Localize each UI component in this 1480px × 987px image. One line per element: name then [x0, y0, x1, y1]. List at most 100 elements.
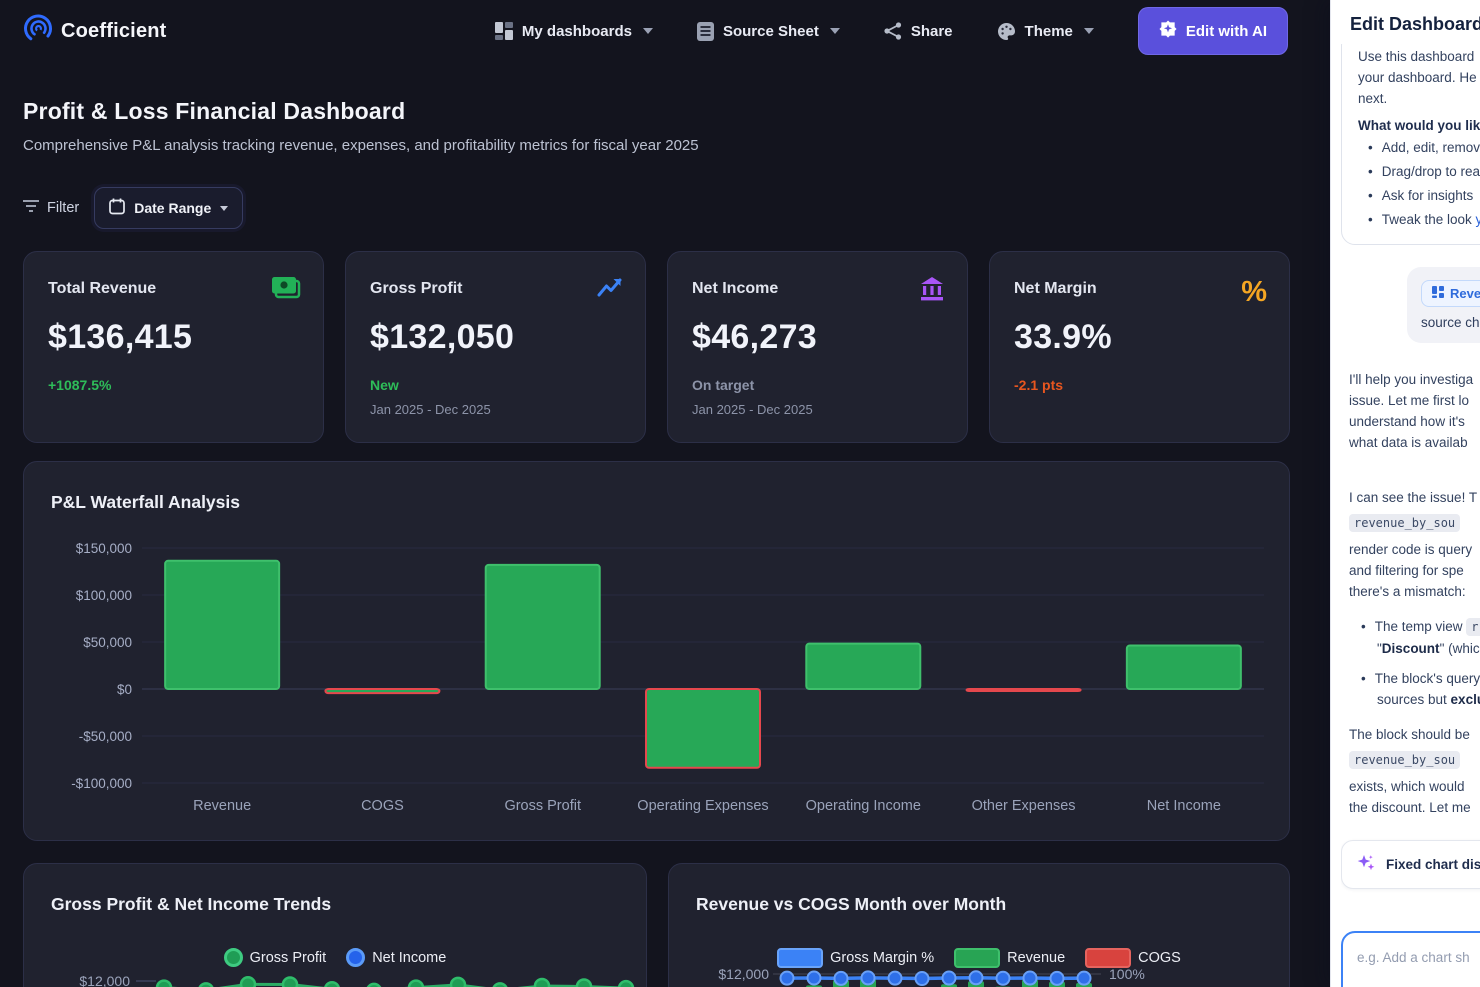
trend-up-icon [597, 276, 623, 303]
bullet-text: The temp view [1375, 619, 1467, 634]
brand[interactable]: Coefficient [23, 13, 167, 49]
page-subtitle: Comprehensive P&L analysis tracking reve… [23, 137, 1330, 154]
chat-input[interactable] [1341, 931, 1480, 987]
sparkle-icon [1356, 853, 1376, 876]
message-line: what data is availab [1349, 432, 1480, 453]
inline-code: r [1466, 618, 1480, 636]
chat-messages: Use this dashboard your dashboard. He ne… [1341, 44, 1480, 987]
filter-control[interactable]: Filter [23, 200, 79, 216]
chart-chip-icon [1432, 286, 1444, 301]
chart-reference-chip[interactable]: Revenu [1421, 280, 1480, 307]
nav-share-label: Share [911, 23, 953, 40]
bold-text: exclu [1451, 692, 1480, 707]
coefficient-logo-icon [23, 13, 54, 49]
bullet-item: Add, edit, remov [1368, 139, 1480, 157]
nav-my-dashboards[interactable]: My dashboards [495, 22, 653, 40]
kpi-value: $132,050 [370, 318, 621, 357]
nav-theme[interactable]: Theme [997, 22, 1094, 41]
assistant-reply-2: I can see the issue! T revenue_by_sou re… [1341, 487, 1480, 818]
svg-text:Revenue: Revenue [193, 798, 251, 814]
bank-icon [919, 276, 945, 307]
nav-share[interactable]: Share [884, 22, 953, 40]
nav-my-dashboards-label: My dashboards [522, 23, 632, 40]
kpi-delta: -2.1 pts [1014, 377, 1265, 393]
page-title: Profit & Loss Financial Dashboard [23, 98, 1330, 125]
user-message: Revenu source char [1407, 267, 1480, 343]
banknote-icon [271, 276, 301, 306]
rev-cogs-chart-card: Revenue vs COGS Month over Month Gross M… [668, 863, 1290, 987]
date-range-dropdown[interactable]: Date Range [94, 187, 243, 229]
dashboards-grid-icon [495, 22, 513, 40]
text: sources but [1377, 692, 1451, 707]
bullet-item: Ask for insights [1368, 187, 1480, 205]
calendar-icon [109, 198, 125, 218]
nav-source-sheet[interactable]: Source Sheet [697, 22, 840, 41]
bold-text: Discount [1382, 641, 1440, 656]
inline-code: revenue_by_sou [1349, 751, 1460, 769]
chevron-down-icon [830, 28, 840, 34]
chip-label: Revenu [1450, 286, 1480, 301]
tweak-look-link[interactable]: y [1476, 212, 1480, 227]
message-line: issue. Let me first lo [1349, 390, 1480, 411]
kpi-card-net-income: Net Income $46,273 On target Jan 2025 - … [667, 251, 968, 443]
kpi-title: Gross Profit [370, 280, 621, 298]
kpi-value: 33.9% [1014, 318, 1265, 357]
top-navbar: Coefficient My dashboards [0, 0, 1330, 62]
kpi-period: Jan 2025 - Dec 2025 [692, 402, 943, 417]
message-line: source char [1421, 315, 1480, 330]
panel-title: Edit Dashboard [1350, 14, 1480, 35]
kpi-period: Jan 2025 - Dec 2025 [370, 402, 621, 417]
date-range-label: Date Range [134, 200, 211, 216]
bullet-text: Tweak the look [1382, 212, 1476, 227]
kpi-card-gross-profit: Gross Profit $132,050 New Jan 2025 - Dec… [345, 251, 646, 443]
rev-cogs-chart [669, 864, 1290, 987]
message-line: I'll help you investiga [1349, 369, 1480, 390]
kpi-title: Net Income [692, 280, 943, 298]
kpi-delta: +1087.5% [48, 377, 299, 393]
share-icon [884, 22, 902, 40]
waterfall-chart: $150,000$100,000$50,000$0-$50,000-$100,0… [24, 462, 1290, 841]
edit-with-ai-label: Edit with AI [1186, 23, 1267, 40]
waterfall-chart-card: P&L Waterfall Analysis $150,000$100,000$… [23, 461, 1290, 841]
percent-icon: % [1241, 276, 1267, 309]
bullet-continuation: sources but exclu [1377, 689, 1480, 710]
bullet-item: Drag/drop to rea [1368, 163, 1480, 181]
kpi-delta: New [370, 377, 621, 393]
palette-icon [997, 22, 1016, 41]
svg-text:Other Expenses: Other Expenses [972, 798, 1076, 814]
trends-chart [24, 864, 647, 987]
bullet-item: The block's query [1361, 668, 1480, 689]
svg-text:-$100,000: -$100,000 [71, 776, 132, 791]
kpi-title: Total Revenue [48, 280, 299, 298]
inline-code: revenue_by_sou [1349, 514, 1460, 532]
message-line: I can see the issue! T [1349, 487, 1480, 508]
kpi-value: $136,415 [48, 318, 299, 357]
bullet-item: Tweak the look y [1368, 211, 1480, 229]
edit-with-ai-button[interactable]: Edit with AI [1138, 7, 1288, 55]
dashboard-main: Coefficient My dashboards [0, 0, 1330, 987]
filter-label: Filter [47, 200, 79, 216]
assistant-intro-message: Use this dashboard your dashboard. He ne… [1341, 44, 1480, 245]
message-line: there's a mismatch: [1349, 581, 1480, 602]
message-line: render code is query [1349, 539, 1480, 560]
brand-name: Coefficient [61, 20, 167, 43]
svg-text:Gross Profit: Gross Profit [504, 798, 581, 814]
kpi-card-total-revenue: Total Revenue $136,415 +1087.5% [23, 251, 324, 443]
svg-text:$150,000: $150,000 [76, 541, 132, 556]
kpi-delta: On target [692, 377, 943, 393]
trends-chart-card: Gross Profit & Net Income Trends Gross P… [23, 863, 647, 987]
fixed-chart-action-card[interactable]: Fixed chart dis [1341, 840, 1480, 889]
kpi-title: Net Margin [1014, 280, 1265, 298]
message-line: the discount. Let me [1349, 797, 1480, 818]
svg-text:Net Income: Net Income [1147, 798, 1221, 814]
bullet-item: The temp view r [1361, 616, 1480, 638]
nav-theme-label: Theme [1025, 23, 1073, 40]
svg-text:Operating Income: Operating Income [806, 798, 921, 814]
message-line: your dashboard. He [1358, 67, 1480, 88]
message-line: Use this dashboard [1358, 46, 1480, 67]
message-line: exists, which would [1349, 776, 1480, 797]
sheet-icon [697, 22, 714, 41]
action-card-label: Fixed chart dis [1386, 857, 1480, 872]
filter-icon [23, 200, 39, 216]
nav-source-sheet-label: Source Sheet [723, 23, 819, 40]
